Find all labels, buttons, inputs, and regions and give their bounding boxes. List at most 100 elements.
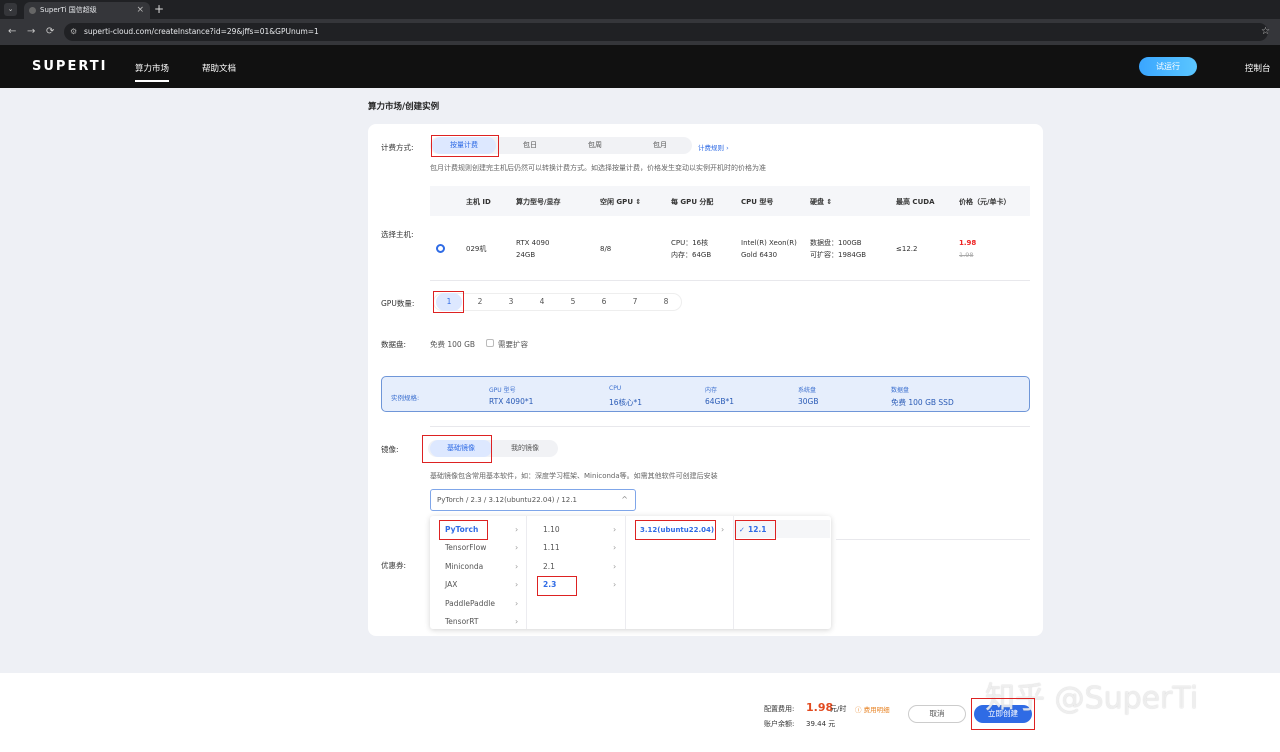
chevron-right-icon: › [613, 525, 617, 534]
tab-my-image[interactable]: 我的镜像 [494, 440, 556, 457]
gpu-vram: 24GB [516, 251, 536, 259]
image-select-value: PyTorch / 2.3 / 3.12(ubuntu22.04) / 12.1 [437, 496, 577, 504]
disk-data: 数据盘：100GB [810, 239, 862, 247]
billing-option-pay-as-you-go[interactable]: 按量计费 [432, 137, 496, 154]
billing-note: 包月计费规则创建完主机后仍然可以转换计费方式。如选择按量计费，价格发生变动以实例… [430, 164, 766, 172]
spec-key-sysdisk: 系统盘 [798, 387, 817, 394]
trial-run-button[interactable]: 试运行 [1139, 57, 1197, 76]
new-tab-button[interactable]: + [154, 1, 164, 18]
tab-search-button[interactable]: ⌄ [4, 3, 17, 16]
billing-label: 计费方式: [381, 143, 414, 152]
chevron-right-icon: › [613, 543, 617, 552]
image-note: 基础镜像包含常用基本软件，如：深度学习框架、Miniconda等。如需其他软件可… [430, 472, 718, 480]
gpu-count-2[interactable]: 2 [467, 293, 493, 311]
browser-tab-bar: ⌄ SuperTi 国信超级 × + [0, 0, 1280, 19]
data-disk-free: 免费 100 GB [430, 340, 476, 349]
coupon-label: 优惠券: [381, 561, 407, 570]
chevron-right-icon: › [515, 617, 519, 626]
host-radio[interactable] [436, 244, 445, 253]
nav-help-docs[interactable]: 帮助文档 [202, 62, 236, 74]
host-price: 1.98 1.98 [959, 237, 976, 261]
site-settings-icon[interactable]: ⚙ [70, 23, 77, 41]
gpu-model: RTX 4090 [516, 239, 550, 247]
gpu-count-1[interactable]: 1 [436, 293, 462, 311]
chevron-right-icon: › [613, 580, 617, 589]
superti-logo[interactable]: SUPERTI [32, 59, 107, 74]
spec-val-sysdisk: 30GB [798, 397, 819, 406]
cost-detail-link[interactable]: ⓘ 费用明细 [855, 704, 890, 714]
image-select[interactable]: PyTorch / 2.3 / 3.12(ubuntu22.04) / 12.1… [430, 489, 636, 511]
col-free-gpu[interactable]: 空闲 GPU ⇕ [600, 197, 641, 207]
cascader-version-2-1[interactable]: 2.1 [543, 558, 555, 576]
gpu-count-6[interactable]: 6 [591, 293, 617, 311]
chevron-right-icon: › [515, 580, 519, 589]
chevron-right-icon: › [515, 543, 519, 552]
host-cuda: ≤12.2 [896, 245, 918, 253]
cascader-framework-tensorrt[interactable]: TensorRT [445, 613, 479, 631]
cascader-cuda-12-1[interactable]: 12.1 [748, 521, 767, 539]
nav-compute-market[interactable]: 算力市场 [135, 62, 170, 82]
col-cpu-model: CPU 型号 [741, 198, 774, 206]
cpu-model-line1: Intel(R) Xeon(R) [741, 239, 797, 247]
cascader-version-2-3[interactable]: 2.3 [543, 576, 556, 594]
cascader-version-1-11[interactable]: 1.11 [543, 539, 560, 557]
bookmark-star-icon[interactable]: ☆ [1261, 25, 1270, 39]
spec-key-cpu: CPU [609, 385, 622, 392]
expand-checkbox[interactable] [486, 339, 494, 347]
tab-base-image[interactable]: 基础镜像 [430, 440, 492, 457]
url-text: superti-cloud.com/createInstance?id=29&j… [84, 27, 319, 36]
divider [430, 426, 1030, 427]
spec-val-gpu: RTX 4090*1 [489, 397, 534, 406]
expand-label[interactable]: 需要扩容 [498, 339, 528, 350]
forward-icon[interactable]: → [27, 25, 35, 39]
billing-option-weekly[interactable]: 包周 [563, 137, 627, 154]
image-label: 镜像: [381, 445, 399, 454]
close-icon[interactable]: × [136, 2, 144, 19]
billing-option-monthly[interactable]: 包月 [628, 137, 692, 154]
gpu-count-3[interactable]: 3 [498, 293, 524, 311]
chevron-up-icon: ^ [621, 495, 628, 504]
billing-segment: 按量计费 包日 包周 包月 [430, 137, 692, 154]
host-free-gpu: 8/8 [600, 245, 612, 253]
disk-expandable: 可扩容：1984GB [810, 251, 867, 259]
balance-value: 39.44 元 [806, 720, 836, 728]
cascader-version-1-10[interactable]: 1.10 [543, 521, 560, 539]
cascader-framework-pytorch[interactable]: PyTorch [445, 521, 478, 539]
billing-option-daily[interactable]: 包日 [498, 137, 562, 154]
col-disk[interactable]: 硬盘 ⇕ [810, 197, 832, 207]
spec-label: 实例规格: [391, 394, 420, 402]
cascader-framework-miniconda[interactable]: Miniconda [445, 558, 483, 576]
data-disk-label: 数据盘: [381, 340, 407, 349]
console-link[interactable]: 控制台 [1245, 62, 1271, 74]
spec-val-datadisk: 免费 100 GB SSD [891, 398, 954, 407]
breadcrumb: 算力市场/创建实例 [368, 102, 440, 112]
cascader-python-3-12[interactable]: 3.12(ubuntu22.04) [640, 521, 714, 539]
gpu-count-7[interactable]: 7 [622, 293, 648, 311]
chevron-right-icon: › [515, 562, 519, 571]
spec-key-datadisk: 数据盘 [891, 387, 910, 394]
url-input[interactable]: ⚙ superti-cloud.com/createInstance?id=29… [64, 23, 1268, 41]
check-icon: ✓ [739, 526, 745, 534]
spec-val-mem: 64GB*1 [705, 397, 735, 406]
zhihu-watermark: 知乎 @SuperTi [985, 681, 1199, 716]
billing-rules-link[interactable]: 计费规则 › [698, 142, 729, 152]
col-host-id: 主机 ID [466, 198, 491, 206]
browser-tab[interactable]: SuperTi 国信超级 × [24, 2, 150, 19]
divider [625, 516, 626, 629]
host-label: 选择主机: [381, 230, 414, 239]
cost-unit: 元/时 [830, 705, 847, 713]
cost-label: 配置费用: [764, 705, 795, 713]
cascader-framework-jax[interactable]: JAX [445, 576, 457, 594]
col-max-cuda: 最高 CUDA [896, 198, 935, 206]
cancel-button[interactable]: 取消 [908, 705, 966, 723]
price-original: 1.98 [959, 251, 974, 259]
gpu-count-8[interactable]: 8 [653, 293, 679, 311]
host-model: RTX 4090 24GB [516, 237, 549, 261]
reload-icon[interactable]: ⟳ [46, 25, 54, 39]
cascader-framework-paddlepaddle[interactable]: PaddlePaddle [445, 595, 495, 613]
col-per-gpu: 每 GPU 分配 [671, 198, 714, 206]
cascader-framework-tensorflow[interactable]: TensorFlow [445, 539, 486, 557]
gpu-count-5[interactable]: 5 [560, 293, 586, 311]
back-icon[interactable]: ← [8, 25, 16, 39]
gpu-count-4[interactable]: 4 [529, 293, 555, 311]
